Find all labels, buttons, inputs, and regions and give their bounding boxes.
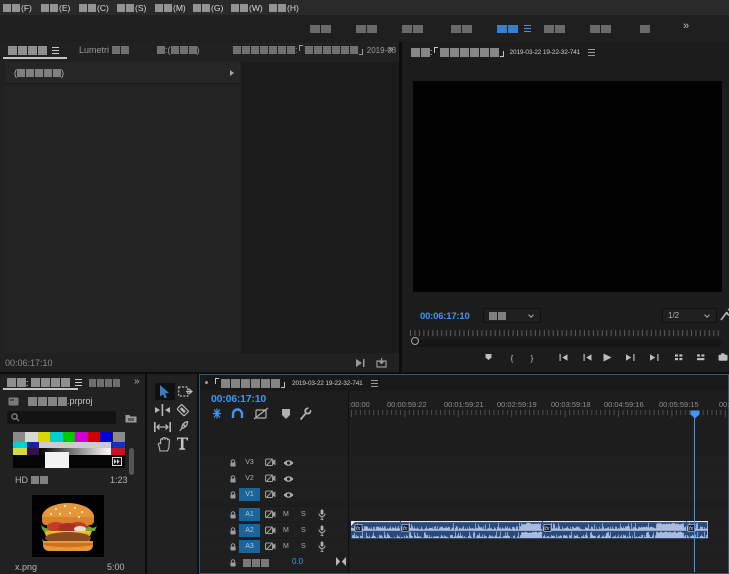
svg-text:{: { (511, 353, 514, 363)
svg-text:fx: fx (403, 526, 408, 532)
svg-text:fx: fx (689, 526, 694, 532)
svg-text:fx: fx (545, 526, 550, 532)
svg-text:fx: fx (356, 526, 361, 532)
svg-text:}: } (531, 353, 534, 363)
